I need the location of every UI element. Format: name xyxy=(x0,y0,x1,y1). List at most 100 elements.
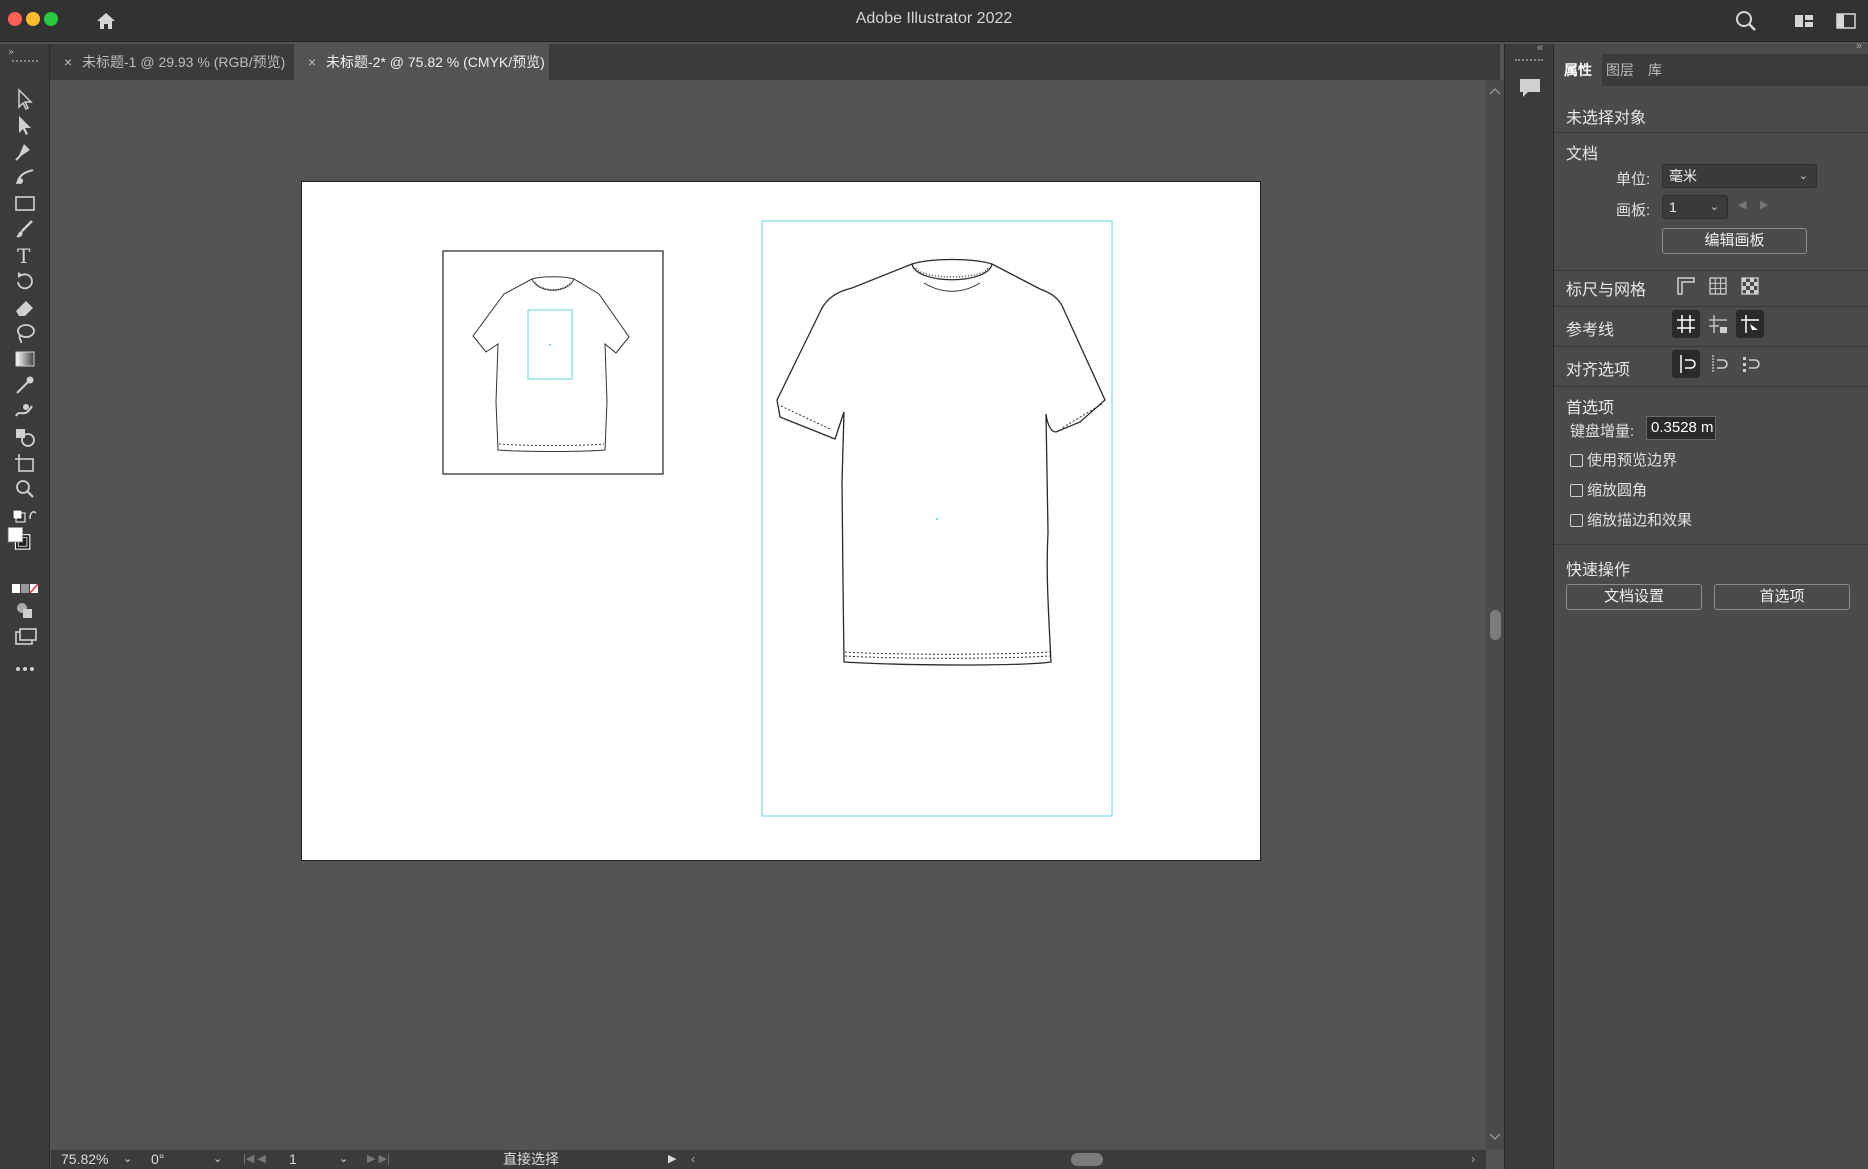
panel-layout-icon[interactable] xyxy=(1834,9,1858,33)
artboard-number[interactable]: 1 xyxy=(289,1150,297,1169)
fill-stroke-swatch[interactable] xyxy=(6,526,40,562)
preview-bounds-checkbox[interactable]: 使用预览边界 xyxy=(1570,449,1677,470)
scale-corners-checkbox[interactable]: 缩放圆角 xyxy=(1570,479,1647,500)
paintbrush-tool-icon[interactable] xyxy=(12,216,38,242)
keyboard-increment-input[interactable]: 0.3528 m xyxy=(1646,416,1716,440)
zoom-level[interactable]: 75.82% xyxy=(61,1150,108,1169)
edit-artboard-button[interactable]: 编辑画板 xyxy=(1662,228,1807,254)
scale-strokes-effects-checkbox[interactable]: 缩放描边和效果 xyxy=(1570,509,1692,530)
snap-to-pixel-icon[interactable] xyxy=(1704,350,1732,378)
type-tool-icon[interactable]: T xyxy=(12,242,38,268)
draw-mode-icon[interactable] xyxy=(12,598,38,624)
tab-document-1[interactable]: × 未标题-1 @ 29.93 % (RGB/预览) xyxy=(50,44,293,80)
artboard[interactable] xyxy=(301,181,1261,861)
chevron-down-icon[interactable]: ⌄ xyxy=(123,1150,132,1169)
close-tab-icon[interactable]: × xyxy=(308,44,326,80)
app-title: Adobe Illustrator 2022 xyxy=(855,10,1013,27)
color-mode-icon[interactable] xyxy=(12,576,39,594)
small-tshirt-frame[interactable] xyxy=(442,250,664,475)
smart-guides-icon[interactable] xyxy=(1736,310,1764,338)
rectangle-tool-icon[interactable] xyxy=(12,190,38,216)
comments-icon[interactable] xyxy=(1515,74,1545,102)
first-artboard-icon[interactable]: |◀ ◀ xyxy=(243,1150,266,1169)
artboard-tool-icon[interactable] xyxy=(12,450,38,476)
collapse-icon[interactable]: » xyxy=(8,46,22,56)
preferences-button[interactable]: 首选项 xyxy=(1714,584,1850,610)
artboard-select[interactable]: 1 ⌄ xyxy=(1662,195,1728,219)
large-tshirt-drawing[interactable] xyxy=(776,258,1106,666)
divider xyxy=(1554,306,1868,307)
rotate-tool-icon[interactable] xyxy=(12,268,38,294)
checkbox-box[interactable] xyxy=(1570,484,1583,497)
panel-grip[interactable] xyxy=(12,60,38,64)
more-tools-icon[interactable] xyxy=(12,656,38,682)
selection-tool-icon[interactable] xyxy=(12,86,38,112)
checkbox-box[interactable] xyxy=(1570,454,1583,467)
divider xyxy=(1554,132,1868,133)
show-guides-icon[interactable] xyxy=(1672,310,1700,338)
search-icon[interactable] xyxy=(1734,9,1758,33)
previous-artboard-icon[interactable]: ◀ xyxy=(1738,198,1746,211)
unit-value: 毫米 xyxy=(1669,168,1697,184)
unit-select[interactable]: 毫米 ⌄ xyxy=(1662,164,1817,188)
status-menu-icon[interactable]: ▶ xyxy=(668,1150,676,1169)
checkbox-box[interactable] xyxy=(1570,514,1583,527)
snap-to-point-icon[interactable] xyxy=(1672,350,1700,378)
dock-grip[interactable] xyxy=(1515,59,1543,61)
screen-mode-icon[interactable] xyxy=(12,624,38,650)
scroll-right-icon[interactable]: › xyxy=(1471,1150,1475,1169)
tab-document-2[interactable]: × 未标题-2* @ 75.82 % (CMYK/预览) xyxy=(294,44,549,80)
tab-layers[interactable]: 图层 xyxy=(1596,54,1644,86)
transparency-grid-icon[interactable] xyxy=(1736,272,1764,300)
lock-guides-icon[interactable] xyxy=(1704,310,1732,338)
divider xyxy=(1554,386,1868,387)
ruler-icon[interactable] xyxy=(1672,272,1700,300)
zoom-tool-icon[interactable] xyxy=(12,476,38,502)
snap-to-glyph-icon[interactable] xyxy=(1736,350,1764,378)
gradient-tool-icon[interactable] xyxy=(12,346,38,372)
collapse-panel-icon[interactable]: » xyxy=(1856,40,1862,52)
artwork[interactable] xyxy=(302,182,1262,862)
current-tool-name[interactable]: 直接选择 xyxy=(503,1150,559,1169)
chevron-down-icon[interactable]: ⌄ xyxy=(213,1150,222,1169)
scroll-up-icon[interactable] xyxy=(1489,86,1501,96)
scroll-down-icon[interactable] xyxy=(1489,1132,1501,1142)
puppet-warp-tool-icon[interactable] xyxy=(12,398,38,424)
close-tab-icon[interactable]: × xyxy=(64,44,82,80)
last-artboard-icon[interactable]: ▶ ▶| xyxy=(367,1150,390,1169)
document-setup-button[interactable]: 文档设置 xyxy=(1566,584,1702,610)
scroll-left-icon[interactable]: ‹ xyxy=(691,1150,695,1169)
horizontal-scrollbar-thumb[interactable] xyxy=(1071,1153,1103,1166)
canvas[interactable] xyxy=(51,80,1486,1150)
small-tshirt-drawing[interactable] xyxy=(472,276,630,452)
next-artboard-icon[interactable]: ▶ xyxy=(1760,198,1768,211)
rotation-value[interactable]: 0° xyxy=(151,1150,164,1169)
shape-builder-tool-icon[interactable] xyxy=(12,424,38,450)
tab-properties[interactable]: 属性 xyxy=(1554,54,1602,86)
checkbox-label: 缩放描边和效果 xyxy=(1587,512,1693,529)
small-guide-center-point xyxy=(549,344,551,346)
unit-label: 单位: xyxy=(1616,171,1651,188)
swap-fill-stroke-icon[interactable] xyxy=(12,502,38,523)
eyedropper-tool-icon[interactable] xyxy=(12,372,38,398)
eraser-tool-icon[interactable] xyxy=(12,294,38,320)
scrollbar-thumb[interactable] xyxy=(1490,610,1501,640)
snap-label: 对齐选项 xyxy=(1566,362,1631,379)
grid-icon[interactable] xyxy=(1704,272,1732,300)
chevron-down-icon[interactable]: ⌄ xyxy=(339,1150,348,1169)
tab-label: 未标题-1 @ 29.93 % (RGB/预览) xyxy=(82,54,286,70)
keyboard-increment-label: 键盘增量: xyxy=(1570,423,1635,440)
expand-dock-icon[interactable]: « xyxy=(1537,42,1543,54)
workspace-switcher-icon[interactable] xyxy=(1792,9,1816,33)
vertical-scrollbar[interactable] xyxy=(1486,80,1504,1150)
lasso-tool-icon[interactable] xyxy=(12,320,38,346)
tab-libraries[interactable]: 库 xyxy=(1638,54,1672,86)
properties-panel: » 属性 图层 库 未选择对象 文档 单位: 毫米 ⌄ 画板: 1 ⌄ ◀ ▶ 编辑… xyxy=(1554,40,1868,1169)
guide-center-point xyxy=(936,518,938,520)
artboard-value: 1 xyxy=(1669,199,1677,215)
direct-selection-tool-icon[interactable] xyxy=(12,112,38,138)
divider xyxy=(1554,346,1868,347)
pen-tool-icon[interactable] xyxy=(12,138,38,164)
curvature-tool-icon[interactable] xyxy=(12,164,38,190)
rulers-grids-label: 标尺与网格 xyxy=(1566,282,1647,299)
